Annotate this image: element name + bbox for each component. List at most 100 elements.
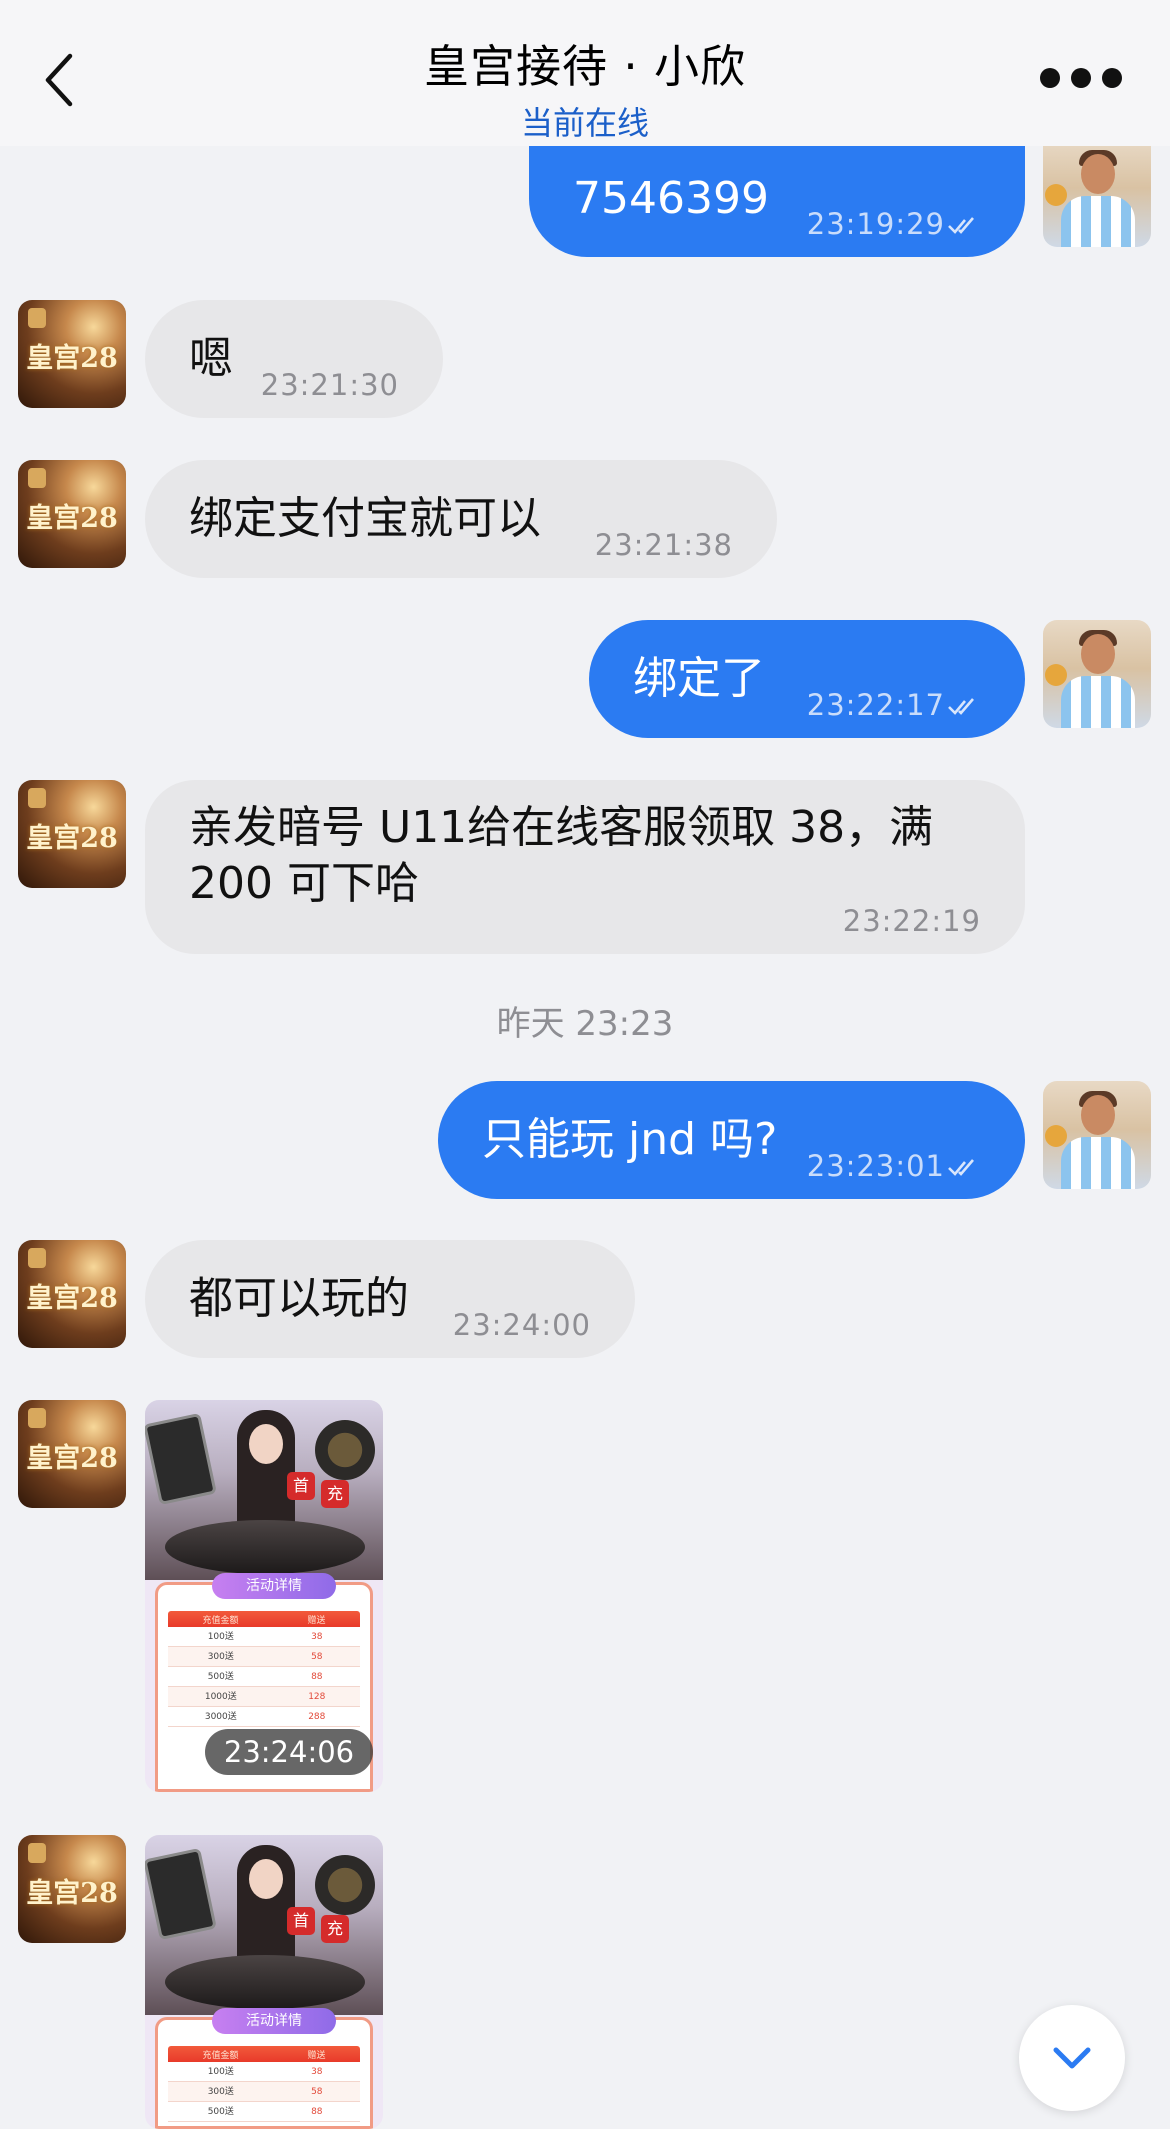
message-time: 23:24:00: [452, 1308, 591, 1342]
casino-chip-graphic: [315, 1420, 375, 1480]
table-cell: 288: [308, 1712, 326, 1722]
avatar-face: [1081, 1095, 1115, 1135]
double-check-icon: [948, 217, 974, 234]
table-cell: 88: [311, 1672, 323, 1682]
message-text: 只能玩 jnd 吗?: [482, 1114, 778, 1165]
image-time: 23:24:06: [205, 1729, 373, 1775]
avatar-shirt: [1061, 676, 1135, 728]
promo-badge: 充: [321, 1480, 349, 1508]
avatar-shirt: [1061, 196, 1135, 247]
message-text: 绑定支付宝就可以: [189, 493, 541, 544]
table-cell: 58: [311, 1652, 323, 1662]
user-avatar[interactable]: [1043, 1081, 1151, 1189]
roulette-base-graphic: [165, 1955, 365, 2009]
message-time: 23:19:29: [806, 207, 945, 241]
message-time: 23:21:30: [260, 368, 399, 402]
chat-header: 皇宫接待 · 小欣 当前在线: [0, 0, 1170, 146]
table-cell: 128: [308, 1692, 326, 1702]
message-time: 23:21:38: [594, 528, 733, 562]
table-cell: 500送: [207, 1672, 234, 1682]
table-row: 500送 88: [168, 2102, 360, 2122]
promo-col-header: 赠送: [307, 2050, 326, 2061]
message-incoming[interactable]: 都可以玩的 23:24:00: [145, 1240, 635, 1358]
message-outgoing[interactable]: 只能玩 jnd 吗? 23:23:01: [438, 1081, 1025, 1199]
crest-icon: [28, 468, 46, 488]
scroll-to-bottom-button[interactable]: [1019, 2005, 1125, 2111]
double-check-icon: [948, 1159, 974, 1176]
crest-icon: [28, 1408, 46, 1428]
online-status: 当前在线: [520, 104, 649, 142]
message-text: 亲发暗号 U11给在线客服领取 38，满 200 可下哈: [189, 802, 934, 909]
promo-panel-title: 活动详情: [212, 1573, 336, 1599]
table-cell: 3000送: [204, 1712, 237, 1722]
crest-icon: [28, 1843, 46, 1863]
more-dots-icon: [1040, 68, 1060, 88]
promo-badge: 首: [287, 1907, 315, 1935]
agent-avatar[interactable]: 皇宫28: [18, 780, 126, 888]
promo-col-header: 赠送: [307, 1615, 326, 1626]
table-row: 100送 38: [168, 1627, 360, 1647]
promo-table: 充值金额 赠送 100送 38 300送 58 500送 88: [168, 2046, 360, 2122]
promo-badge: 首: [287, 1472, 315, 1500]
agent-avatar[interactable]: 皇宫28: [18, 300, 126, 408]
message-incoming[interactable]: 亲发暗号 U11给在线客服领取 38，满 200 可下哈 23:22:19: [145, 780, 1025, 954]
promo-table: 充值金额 赠送 100送 38 300送 58 500送 88 1000送 128 30…: [168, 1611, 360, 1727]
table-row: 1000送 128: [168, 1687, 360, 1707]
double-check-icon: [948, 698, 974, 715]
avatar-face: [1081, 154, 1115, 194]
message-text: 都可以玩的: [189, 1273, 409, 1324]
crest-icon: [28, 1248, 46, 1268]
crest-icon: [28, 308, 46, 328]
more-button[interactable]: [1040, 68, 1150, 92]
agent-avatar-image: 皇宫28: [18, 300, 126, 408]
chevron-down-icon: [1053, 2047, 1091, 2069]
message-time: 23:22:17: [806, 688, 945, 722]
promo-table-header: 充值金额 赠送: [168, 2046, 360, 2062]
table-row: 500送 88: [168, 1667, 360, 1687]
user-avatar-image: [1043, 140, 1151, 247]
more-dot: [1071, 68, 1091, 88]
agent-avatar[interactable]: 皇宫28: [18, 1240, 126, 1348]
message-text: 7546399: [573, 172, 769, 224]
agent-avatar-text: 皇宫28: [26, 823, 118, 854]
message-time: 23:22:19: [842, 904, 981, 938]
message-outgoing[interactable]: 绑定了 23:22:17: [589, 620, 1025, 738]
table-cell: 100送: [207, 1632, 234, 1642]
message-incoming[interactable]: 嗯 23:21:30: [145, 300, 443, 418]
agent-avatar[interactable]: 皇宫28: [18, 1835, 126, 1943]
date-divider: 昨天 23:23: [496, 1004, 674, 1044]
crest-icon: [28, 788, 46, 808]
table-cell: 500送: [207, 2107, 234, 2117]
agent-avatar[interactable]: 皇宫28: [18, 1400, 126, 1508]
agent-avatar-text: 皇宫28: [26, 1443, 118, 1474]
agent-avatar[interactable]: 皇宫28: [18, 460, 126, 568]
avatar-shirt: [1061, 1137, 1135, 1189]
message-text: 绑定了: [633, 653, 765, 704]
agent-avatar-text: 皇宫28: [26, 503, 118, 534]
message-incoming[interactable]: 绑定支付宝就可以 23:21:38: [145, 460, 777, 578]
user-avatar-image: [1043, 1081, 1151, 1189]
avatar-ball: [1045, 184, 1067, 206]
avatar-ball: [1045, 664, 1067, 686]
agent-avatar-image: 皇宫28: [18, 1240, 126, 1348]
image-message[interactable]: 首 充 活动详情 充值金额 赠送 100送 38 300送 58 500送 88: [145, 1835, 383, 2129]
user-avatar[interactable]: [1043, 620, 1151, 728]
table-row: 300送 58: [168, 2082, 360, 2102]
user-avatar[interactable]: [1043, 140, 1151, 247]
agent-avatar-image: 皇宫28: [18, 1400, 126, 1508]
playing-card-graphic: [145, 1412, 217, 1506]
agent-avatar-text: 皇宫28: [26, 1878, 118, 1909]
table-cell: 38: [311, 2067, 323, 2077]
agent-avatar-image: 皇宫28: [18, 1835, 126, 1943]
table-cell: 1000送: [204, 1692, 237, 1702]
message-outgoing[interactable]: 7546399 23:19:29: [529, 140, 1025, 257]
avatar-face: [1081, 634, 1115, 674]
message-text: 嗯: [189, 333, 233, 384]
image-message[interactable]: 首 充 活动详情 充值金额 赠送 100送 38 300送 58 500送 88 10…: [145, 1400, 383, 1792]
avatar-ball: [1045, 1125, 1067, 1147]
promo-image-banner: 首 充: [145, 1835, 383, 2015]
promo-panel: 活动详情 充值金额 赠送 100送 38 300送 58 500送 88: [155, 2008, 373, 2129]
agent-avatar-image: 皇宫28: [18, 460, 126, 568]
promo-table-header: 充值金额 赠送: [168, 1611, 360, 1627]
model-face: [249, 1859, 283, 1899]
